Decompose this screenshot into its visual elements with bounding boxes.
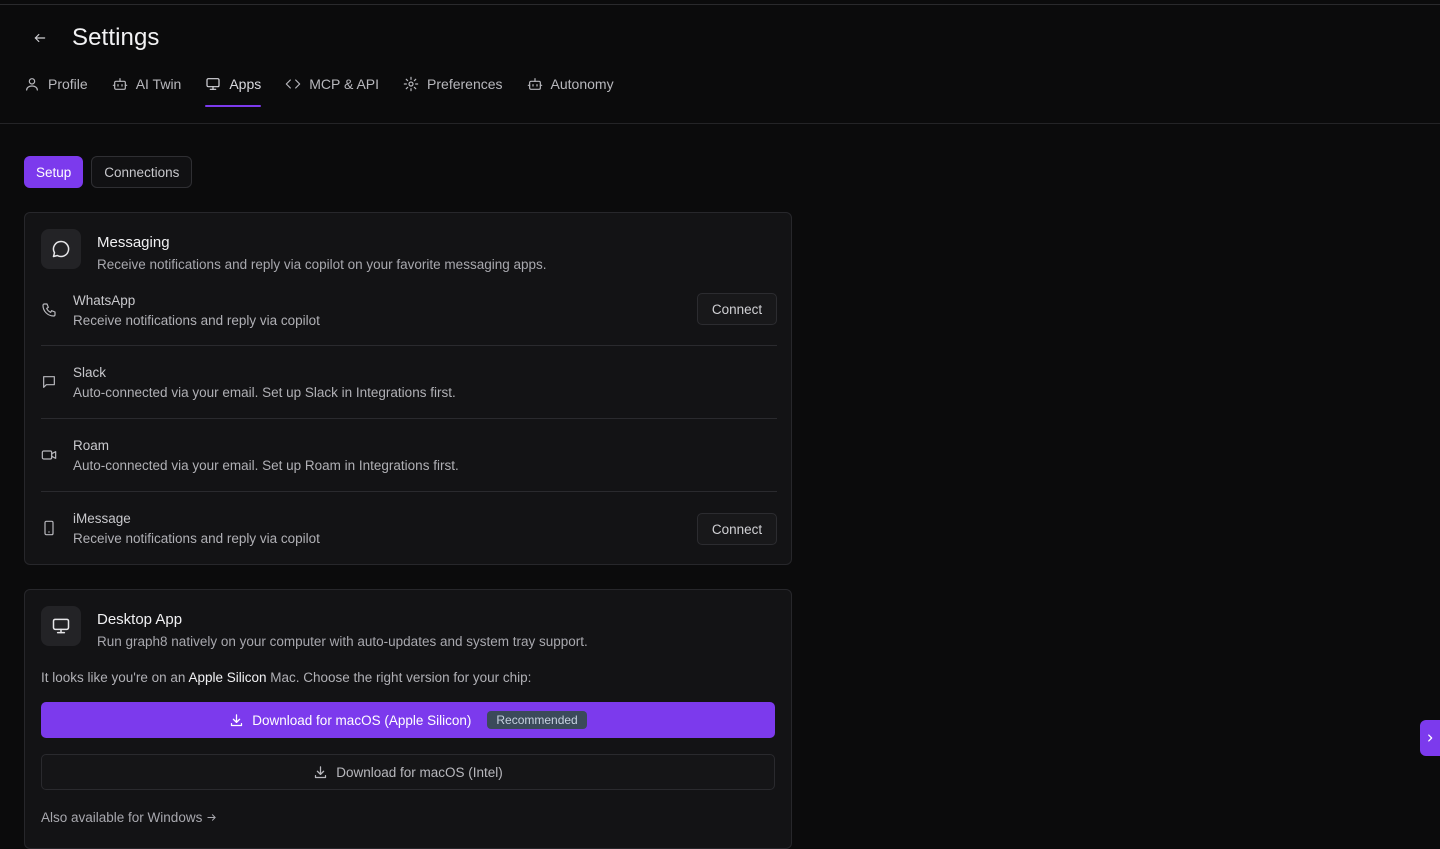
tab-label: Preferences [427, 76, 503, 92]
windows-link[interactable]: Also available for Windows [41, 810, 217, 825]
download-label: Download for macOS (Intel) [336, 764, 503, 780]
bot-icon [112, 78, 127, 90]
tab-label: Autonomy [550, 76, 614, 92]
desktop-description: Run graph8 natively on your computer wit… [97, 634, 588, 649]
tab-mcp-api[interactable]: MCP & API [285, 72, 379, 96]
arrow-left-icon [34, 33, 46, 43]
app-description: Auto-connected via your email. Set up Sl… [73, 385, 456, 400]
desktop-title: Desktop App [97, 611, 183, 628]
user-icon [26, 78, 38, 91]
chip-prefix: It looks like you're on an [41, 670, 186, 685]
messaging-header: Messaging Receive notifications and repl… [41, 229, 547, 273]
chip-name: Apple Silicon [188, 670, 267, 685]
smartphone-icon [41, 520, 57, 536]
app-description: Receive notifications and reply via copi… [73, 531, 320, 546]
bot-icon [527, 78, 542, 90]
imessage-connect-button[interactable]: Connect [697, 513, 777, 545]
tab-label: AI Twin [135, 76, 182, 92]
monitor-icon [206, 78, 220, 90]
tab-preferences[interactable]: Preferences [403, 72, 503, 96]
settings-tabs: Profile AI Twin Apps MCP & API Preferenc… [24, 72, 614, 108]
messaging-card: Messaging Receive notifications and repl… [24, 212, 792, 565]
windows-link-label: Also available for Windows [41, 810, 203, 825]
app-name: WhatsApp [73, 293, 136, 308]
video-icon [41, 447, 57, 463]
chip-detection-text: It looks like you're on an Apple Silicon… [41, 670, 531, 685]
download-label: Download for macOS (Apple Silicon) [252, 712, 472, 728]
app-name: Roam [73, 438, 110, 453]
tab-autonomy[interactable]: Autonomy [527, 72, 614, 96]
app-name: iMessage [73, 511, 131, 526]
messaging-description: Receive notifications and reply via copi… [97, 257, 547, 272]
setup-button[interactable]: Setup [24, 156, 84, 188]
tab-label: MCP & API [309, 76, 380, 92]
list-item-imessage: iMessage Receive notifications and reply… [41, 491, 777, 564]
page-title: Settings [72, 24, 160, 51]
download-intel-button[interactable]: Download for macOS (Intel) [41, 754, 775, 790]
list-item-roam: Roam Auto-connected via your email. Set … [41, 418, 777, 491]
phone-icon [41, 302, 57, 318]
app-description: Receive notifications and reply via copi… [73, 313, 320, 328]
desktop-app-card: Desktop App Run graph8 natively on your … [24, 589, 792, 849]
whatsapp-connect-button[interactable]: Connect [697, 293, 777, 325]
tab-label: Apps [229, 76, 262, 92]
connections-button[interactable]: Connections [91, 156, 193, 188]
tab-profile[interactable]: Profile [24, 72, 88, 96]
list-item-slack: Slack Auto-connected via your email. Set… [41, 345, 777, 418]
app-description: Auto-connected via your email. Set up Ro… [73, 458, 459, 473]
side-panel-toggle[interactable] [1420, 720, 1440, 756]
download-icon [231, 713, 243, 726]
tab-apps[interactable]: Apps [205, 72, 262, 107]
monitor-icon [41, 606, 81, 646]
view-segmented-control: Setup Connections [24, 156, 193, 188]
app-name: Slack [73, 365, 107, 380]
tab-ai-twin[interactable]: AI Twin [112, 72, 182, 96]
settings-header: Settings Profile AI Twin Apps MCP & API … [0, 0, 1440, 124]
chip-suffix: Mac. Choose the right version for your c… [270, 670, 532, 685]
gear-icon [403, 76, 419, 92]
recommended-badge: Recommended [487, 711, 587, 729]
download-icon [315, 765, 327, 778]
arrow-right-icon [207, 814, 216, 821]
code-icon [285, 79, 301, 89]
back-button[interactable] [28, 26, 52, 50]
chevron-right-icon [1428, 734, 1433, 742]
messaging-title: Messaging [97, 234, 170, 251]
chat-bubble-icon [41, 229, 81, 269]
download-apple-silicon-button[interactable]: Download for macOS (Apple Silicon) Recom… [41, 702, 775, 738]
message-square-icon [41, 374, 57, 390]
tab-label: Profile [48, 76, 88, 92]
desktop-header: Desktop App Run graph8 natively on your … [41, 606, 588, 650]
